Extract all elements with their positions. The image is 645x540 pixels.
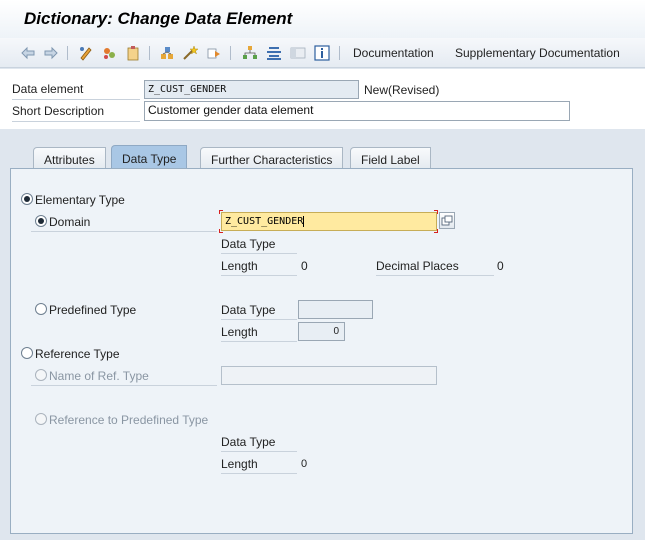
ref-length-value: 0 (301, 458, 308, 470)
elementary-type-radio[interactable] (21, 193, 33, 205)
short-description-input[interactable]: Customer gender data element (144, 101, 570, 121)
activate-icon[interactable] (180, 43, 200, 63)
value-help-icon (441, 215, 453, 226)
required-marker (219, 229, 223, 233)
info-icon[interactable] (312, 43, 332, 63)
supplementary-documentation-button[interactable]: Supplementary Documentation (455, 46, 620, 60)
application-toolbar: Documentation Supplementary Documentatio… (0, 38, 645, 68)
tab-data-type[interactable]: Data Type (111, 145, 188, 170)
title-bar: Dictionary: Change Data Element (0, 0, 645, 38)
where-used-icon[interactable] (157, 43, 177, 63)
documentation-button[interactable]: Documentation (353, 46, 434, 60)
tab-attributes[interactable]: Attributes (33, 147, 106, 170)
toolbar-separator (230, 46, 231, 60)
ref-data-type-label: Data Type (221, 435, 297, 452)
short-description-label: Short Description (12, 104, 140, 122)
domain-length-label: Length (221, 259, 297, 276)
ref-predefined-label: Reference to Predefined Type (49, 413, 209, 427)
predefined-type-label: Predefined Type (49, 303, 137, 317)
forward-arrow-icon[interactable] (41, 43, 61, 63)
elementary-type-label: Elementary Type (35, 193, 125, 207)
required-marker (434, 210, 438, 214)
ref-type-name-input (221, 366, 437, 385)
data-element-field: Z_CUST_GENDER (144, 80, 359, 99)
ref-type-name-label: Name of Ref. Type (31, 369, 217, 386)
display-object-list-icon[interactable] (288, 43, 308, 63)
ref-length-label: Length (221, 457, 297, 474)
decimal-places-value: 0 (497, 259, 504, 273)
required-marker (219, 210, 223, 214)
required-marker (434, 229, 438, 233)
status-text: New(Revised) (364, 83, 440, 97)
ref-predefined-radio (35, 413, 47, 425)
other-object-icon[interactable] (99, 43, 119, 63)
predefined-length-label: Length (221, 325, 297, 342)
decimal-places-label: Decimal Places (376, 259, 494, 276)
reference-type-radio[interactable] (21, 347, 33, 359)
reference-type-label: Reference Type (35, 347, 120, 361)
domain-length-value: 0 (301, 259, 308, 273)
hierarchy-icon[interactable] (240, 43, 260, 63)
toolbar-separator (67, 46, 68, 60)
navigation-icon[interactable] (204, 43, 224, 63)
display-change-icon[interactable] (76, 43, 96, 63)
back-arrow-icon[interactable] (18, 43, 38, 63)
toolbar-separator (339, 46, 340, 60)
data-element-label: Data element (12, 82, 140, 100)
domain-input-text: Z_CUST_GENDER (225, 216, 305, 227)
domain-input[interactable]: Z_CUST_GENDER (221, 212, 437, 231)
toolbar-separator (149, 46, 150, 60)
tab-field-label[interactable]: Field Label (350, 147, 431, 170)
domain-data-type-label: Data Type (221, 237, 297, 254)
predefined-data-type-input[interactable] (298, 300, 373, 319)
domain-label: Domain (31, 215, 217, 232)
page-title: Dictionary: Change Data Element (24, 9, 293, 28)
clipboard-icon[interactable] (123, 43, 143, 63)
tab-further-characteristics[interactable]: Further Characteristics (200, 147, 344, 170)
predefined-data-type-label: Data Type (221, 303, 297, 320)
predefined-type-radio[interactable] (35, 303, 47, 315)
predefined-length-input[interactable]: 0 (298, 322, 345, 341)
object-list-icon[interactable] (264, 43, 284, 63)
value-help-button[interactable] (439, 212, 455, 229)
